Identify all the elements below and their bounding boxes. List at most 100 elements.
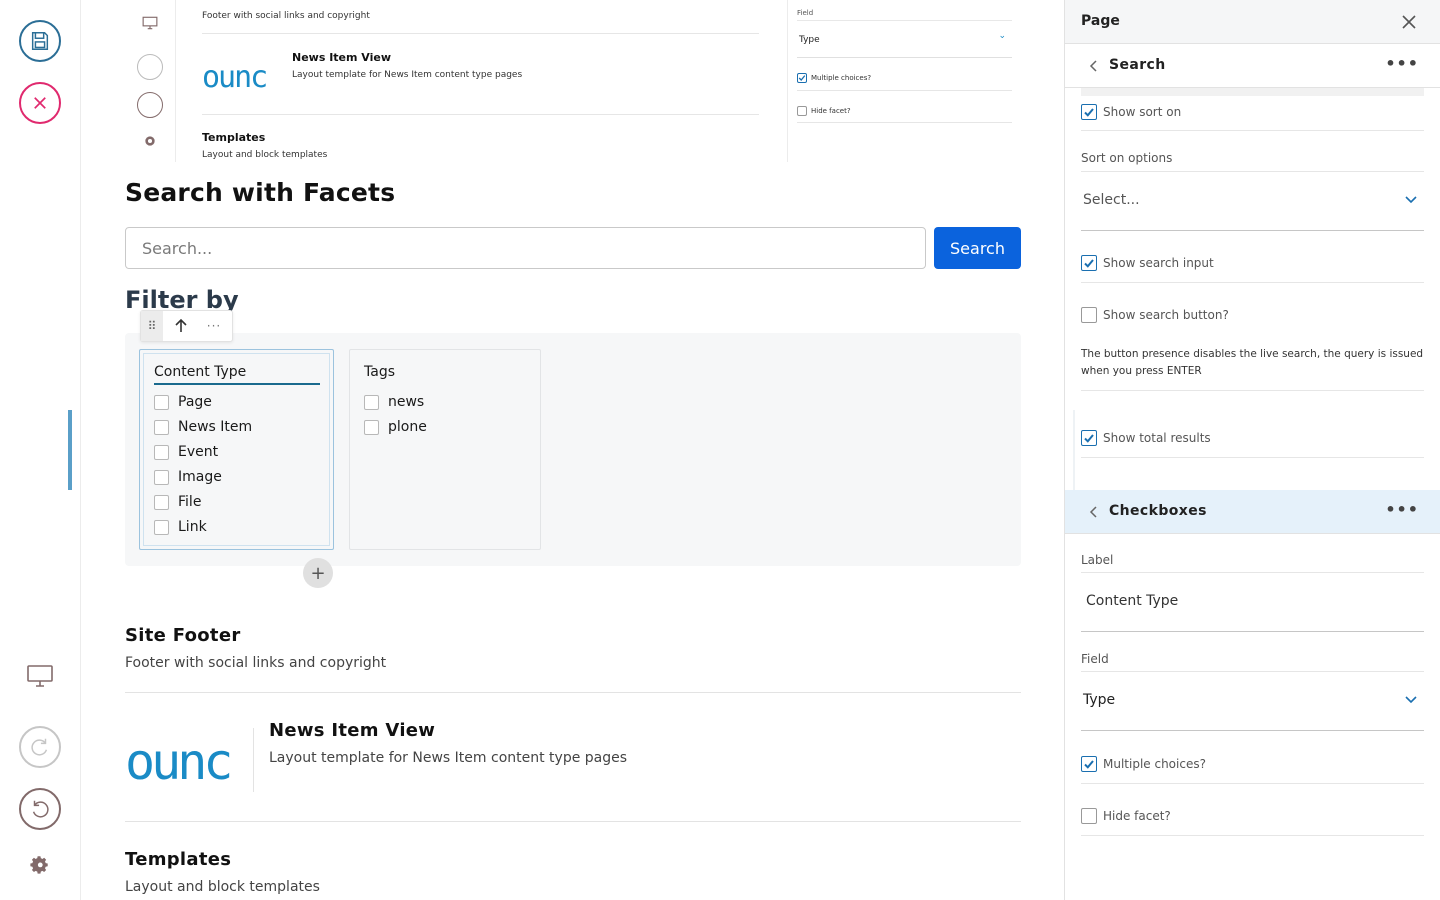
templates-title[interactable]: Templates <box>125 849 231 870</box>
block-toolbar: ⠿ ··· <box>140 310 233 342</box>
preview-redo-icon <box>137 54 163 80</box>
show-total-results-checkbox[interactable]: Show total results <box>1081 430 1211 446</box>
checkbox[interactable] <box>364 394 379 410</box>
checkbox[interactable] <box>364 419 379 435</box>
drag-handle-icon[interactable]: ⠿ <box>141 311 163 341</box>
checkbox[interactable] <box>154 394 169 410</box>
facet-option[interactable]: File <box>154 494 201 510</box>
field-label: Field <box>1081 652 1109 666</box>
settings-sidebar: Page Search ••• Show sort on Sort on opt… <box>1064 0 1440 900</box>
settings-button[interactable] <box>19 845 61 887</box>
facet-option[interactable]: plone <box>364 419 427 435</box>
facet-tags[interactable]: Tags news plone <box>349 349 541 550</box>
chevron-left-icon[interactable] <box>1087 59 1101 73</box>
scroll-indicator <box>1081 88 1424 96</box>
chevron-left-icon[interactable] <box>1087 505 1101 519</box>
facet-option-label: news <box>388 394 425 410</box>
show-sort-on-checkbox[interactable]: Show sort on <box>1081 104 1181 120</box>
monitor-icon <box>27 665 53 687</box>
field-select[interactable]: Type <box>1081 671 1424 731</box>
more-options-icon[interactable]: ••• <box>1385 54 1419 73</box>
checkbox[interactable] <box>1081 808 1097 824</box>
show-search-button-checkbox[interactable]: Show search button? <box>1081 307 1229 323</box>
row-divider <box>1081 282 1424 283</box>
label-field-label: Label <box>1081 553 1114 567</box>
page-title: Search with Facets <box>125 178 396 207</box>
preview-hr <box>797 122 1012 123</box>
multiple-choices-checkbox[interactable]: Multiple choices? <box>1081 756 1206 772</box>
sort-on-options-select[interactable]: Select... <box>1081 171 1424 231</box>
preview-hide-facet: Hide facet? <box>811 107 851 115</box>
preview-field-value: Type <box>799 35 820 45</box>
toolbar-accent-bar <box>68 410 72 490</box>
facet-option[interactable]: News Item <box>154 419 252 435</box>
add-block-button[interactable]: + <box>303 558 333 588</box>
preview-gear-icon <box>137 128 163 154</box>
checkbox-label: Show sort on <box>1103 105 1182 119</box>
checkbox-checked[interactable] <box>1081 104 1097 120</box>
more-options-icon[interactable]: ••• <box>1385 500 1419 519</box>
scroll-track <box>1073 410 1075 490</box>
plus-icon: + <box>310 562 326 584</box>
display-button[interactable] <box>19 655 61 697</box>
chevron-down-icon <box>1405 196 1417 204</box>
sidebar-header: Page <box>1065 0 1440 44</box>
label-input[interactable]: Content Type <box>1081 572 1424 632</box>
select-value: Type <box>1083 692 1116 708</box>
more-options-icon[interactable]: ··· <box>199 319 229 333</box>
facet-option[interactable]: Link <box>154 519 207 535</box>
row-divider <box>1081 130 1424 131</box>
checkbox[interactable] <box>154 519 169 535</box>
checkbox-checked[interactable] <box>1081 756 1097 772</box>
gear-icon <box>30 856 48 874</box>
save-button[interactable] <box>19 20 61 62</box>
checkbox[interactable] <box>154 419 169 435</box>
facet-option-label: File <box>178 494 202 510</box>
checkbox-label: Show total results <box>1103 431 1211 445</box>
undo-button[interactable] <box>19 788 61 830</box>
preview-checkbox <box>797 106 807 116</box>
checkbox-checked[interactable] <box>1081 255 1097 271</box>
sort-on-options-label: Sort on options <box>1081 151 1173 165</box>
row-divider <box>1081 457 1424 458</box>
cancel-button[interactable] <box>19 82 61 124</box>
move-up-button[interactable] <box>163 318 199 334</box>
facet-content-type[interactable]: Content Type Page News Item Event Image … <box>139 349 334 550</box>
site-footer-title[interactable]: Site Footer <box>125 625 241 646</box>
checkbox[interactable] <box>154 444 169 460</box>
checkbox-label: Show search input <box>1103 256 1214 270</box>
checkboxes-section-header[interactable]: Checkboxes ••• <box>1065 490 1440 534</box>
facet-option[interactable]: Event <box>154 444 218 460</box>
preview-hr <box>202 114 759 115</box>
close-icon[interactable] <box>1399 12 1419 32</box>
preview-thumbnail: Footer with social links and copyright o… <box>81 0 1064 165</box>
facet-option[interactable]: Image <box>154 469 222 485</box>
preview-checkbox-checked <box>797 73 807 83</box>
checkbox-checked[interactable] <box>1081 430 1097 446</box>
checkbox[interactable] <box>154 469 169 485</box>
news-item-desc: Layout template for News Item content ty… <box>269 750 628 766</box>
search-button[interactable]: Search <box>934 227 1021 269</box>
facet-option[interactable]: Page <box>154 394 212 410</box>
row-divider <box>1081 783 1424 784</box>
logo-separator <box>253 728 254 792</box>
redo-button[interactable] <box>19 726 61 768</box>
checkbox[interactable] <box>154 494 169 510</box>
site-footer-desc: Footer with social links and copyright <box>125 655 387 671</box>
content-area: Footer with social links and copyright o… <box>81 0 1064 900</box>
checkbox-label: Show search button? <box>1103 308 1229 322</box>
checkbox[interactable] <box>1081 307 1097 323</box>
facet-label: Content Type <box>154 364 247 380</box>
search-section-header[interactable]: Search ••• <box>1065 44 1440 88</box>
facet-option[interactable]: news <box>364 394 424 410</box>
hide-facet-checkbox[interactable]: Hide facet? <box>1081 808 1171 824</box>
show-search-input-checkbox[interactable]: Show search input <box>1081 255 1214 271</box>
news-item-title[interactable]: News Item View <box>269 720 435 741</box>
facet-option-label: Link <box>178 519 207 535</box>
facet-label-underline <box>154 383 320 385</box>
preview-undo-icon <box>137 92 163 118</box>
facet-option-label: News Item <box>178 419 253 435</box>
sidebar-title: Page <box>1081 13 1120 29</box>
search-input[interactable] <box>125 227 926 269</box>
undo-icon <box>32 800 49 818</box>
